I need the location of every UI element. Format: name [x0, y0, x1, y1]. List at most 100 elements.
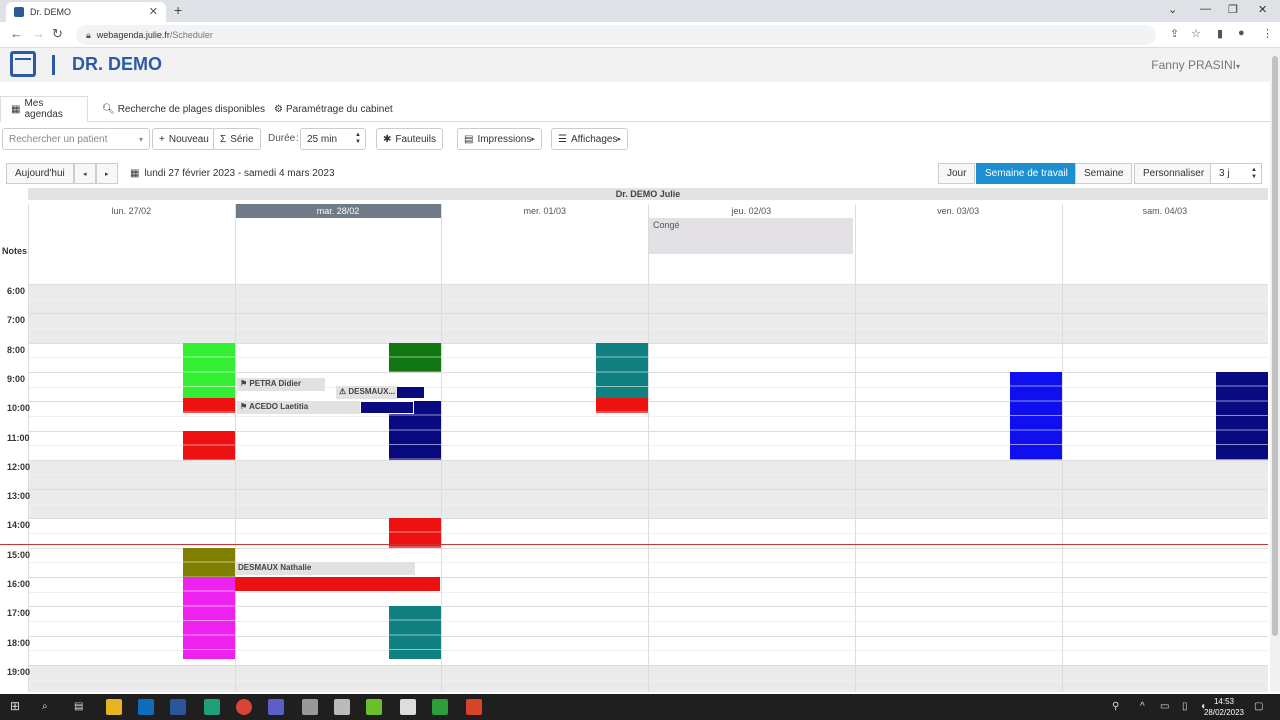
column-line [854, 204, 856, 692]
user-menu[interactable]: Fanny PRASINI▾ [1151, 58, 1240, 72]
teams-icon[interactable] [268, 699, 284, 715]
stepper-arrows-icon[interactable]: ▲ ▼ [355, 132, 361, 146]
caret-right-icon: ▸ [617, 136, 621, 143]
minimize-icon[interactable]: — [1200, 3, 1211, 15]
conge-block[interactable]: Congé [649, 218, 853, 254]
day-header[interactable]: sam. 04/03 [1062, 204, 1269, 218]
bookmark-star-icon[interactable]: ☆ [1191, 27, 1201, 40]
app-header: DR. DEMO Fanny PRASINI▾ [0, 48, 1270, 82]
calendar-favicon-icon [14, 7, 24, 17]
back-icon[interactable]: ← [10, 26, 23, 41]
series-button[interactable]: Σ Série [213, 128, 261, 150]
custom-days-input[interactable]: 3 j ▲ ▼ [1210, 163, 1262, 184]
view-workweek-button[interactable]: Semaine de travail [976, 163, 1077, 184]
stepper-arrows-icon[interactable]: ▲ ▼ [1251, 167, 1257, 181]
7zip-icon[interactable] [400, 699, 416, 715]
view-custom-button[interactable]: Personnaliser [1134, 163, 1214, 184]
appt-block-navy[interactable] [397, 387, 424, 398]
column-line [234, 204, 236, 692]
task-view-icon[interactable]: ▤ [74, 701, 83, 712]
appointment-block[interactable] [596, 398, 649, 413]
day-header[interactable]: lun. 27/02 [28, 204, 235, 218]
appointment-block[interactable] [182, 577, 235, 660]
view-label: Jour [947, 168, 967, 179]
appt-desmaux-nathalie[interactable]: DESMAUX Nathalie [235, 562, 415, 575]
tray-chevron-icon[interactable]: ^ [1140, 701, 1145, 712]
scheduler-grid: Dr. DEMO Julie lun. 27/02 mar. 28/02 mer. … [0, 188, 1268, 692]
close-tab-icon[interactable]: ✕ [149, 5, 158, 18]
chrome-icon[interactable] [236, 699, 252, 715]
app-icon[interactable] [334, 699, 350, 715]
page-scrollbar[interactable] [1270, 48, 1280, 692]
view-day-button[interactable]: Jour [938, 163, 976, 184]
battery-icon[interactable]: ▯ [1182, 701, 1188, 712]
tab-search-icon[interactable]: ⌄ [1168, 3, 1177, 16]
scrollbar-thumb[interactable] [1272, 56, 1278, 636]
display-button[interactable]: ☰ Affichages ▸ [551, 128, 628, 150]
app-icon[interactable] [366, 699, 382, 715]
today-button[interactable]: Aujourd'hui [6, 163, 74, 184]
day-header[interactable]: mer. 01/03 [441, 204, 648, 218]
browser-tab[interactable]: Dr. DEMO ✕ [6, 2, 166, 22]
appointment-block[interactable] [182, 547, 235, 577]
tab-parametrage[interactable]: ⚙ Paramétrage du cabinet [264, 96, 403, 122]
appt-block-navy[interactable] [360, 401, 414, 414]
previous-week-button[interactable]: ◂ [74, 163, 96, 184]
taskbar-clock[interactable]: 14:53 28/02/2023 [1204, 696, 1244, 718]
network-icon[interactable]: ▭ [1160, 701, 1169, 712]
file-explorer-icon[interactable] [106, 699, 122, 715]
appt-desmaux-short[interactable]: ⚠ DESMAUX... [336, 386, 398, 399]
browser-menu-icon[interactable]: ⋮ [1262, 27, 1273, 40]
print-button[interactable]: ▤ Impressions ▸ [457, 128, 542, 150]
tab-title: Dr. DEMO [30, 7, 72, 17]
reload-icon[interactable]: ↻ [52, 26, 63, 42]
new-tab-icon[interactable]: + [174, 2, 182, 18]
day-header[interactable]: jeu. 02/03 [648, 204, 855, 218]
tab-recherche-plages[interactable]: 🔍︎ Recherche de plages disponibles [92, 96, 275, 122]
notifications-icon[interactable]: ▢ [1254, 701, 1263, 712]
appointment-block[interactable] [389, 342, 442, 372]
flag-icon: ⚑ [240, 402, 250, 411]
appointment-block[interactable] [389, 606, 442, 660]
appt-petra-didier[interactable]: ⚑ PETRA Didier [237, 378, 325, 391]
close-window-icon[interactable]: ✕ [1258, 3, 1267, 16]
appointment-block[interactable] [596, 342, 649, 399]
day-header[interactable]: mar. 28/02 [234, 204, 442, 218]
forward-icon[interactable]: → [32, 26, 45, 41]
share-icon[interactable]: ⇪ [1170, 27, 1179, 40]
patient-search-placeholder: Rechercher un patient [9, 133, 108, 145]
appointment-block[interactable] [182, 430, 235, 460]
duration-input[interactable]: 25 min ▲ ▼ [300, 128, 366, 150]
search-icon[interactable]: ⌕ [42, 701, 48, 712]
app-icon[interactable] [204, 699, 220, 715]
url-field[interactable]: 🔒︎ webagenda.julie.fr/Scheduler [76, 25, 1156, 45]
chairs-button[interactable]: ✱ Fauteuils [376, 128, 443, 150]
day-header[interactable]: ven. 03/03 [855, 204, 1062, 218]
browser-tab-strip: Dr. DEMO ✕ + ⌄ — ❐ ✕ [0, 0, 1280, 22]
windows-start-icon[interactable]: ⊞ [10, 699, 20, 713]
tab-mes-agendas[interactable]: ▦ Mes agendas [0, 96, 88, 122]
outlook-icon[interactable] [138, 699, 154, 715]
next-week-button[interactable]: ▸ [96, 163, 118, 184]
appt-label: ACEDO Laetitia [249, 402, 309, 411]
side-panel-icon[interactable]: ▮ [1217, 27, 1223, 40]
appt-block-red[interactable] [235, 577, 440, 591]
new-appointment-button[interactable]: + Nouveau [152, 128, 216, 150]
app-icon[interactable] [432, 699, 448, 715]
restore-icon[interactable]: ❐ [1228, 3, 1238, 16]
word-icon[interactable] [170, 699, 186, 715]
view-week-button[interactable]: Semaine [1075, 163, 1133, 184]
caret-left-icon: ◂ [83, 170, 87, 178]
profile-icon[interactable]: ● [1238, 27, 1245, 39]
appt-acedo-laetitia[interactable]: ⚑ ACEDO Laetitia [237, 401, 361, 414]
people-icon[interactable]: ⚲ [1112, 701, 1119, 712]
appointment-block[interactable] [182, 342, 235, 399]
appointment-block[interactable] [182, 398, 235, 413]
app-icon[interactable] [466, 699, 482, 715]
app-icon[interactable] [302, 699, 318, 715]
appointment-block[interactable] [1009, 371, 1062, 460]
view-label: Semaine de travail [985, 168, 1068, 179]
patient-search-input[interactable]: Rechercher un patient ▾ [2, 128, 150, 150]
sigma-icon: Σ [220, 133, 227, 145]
appointment-block[interactable] [1216, 371, 1268, 460]
